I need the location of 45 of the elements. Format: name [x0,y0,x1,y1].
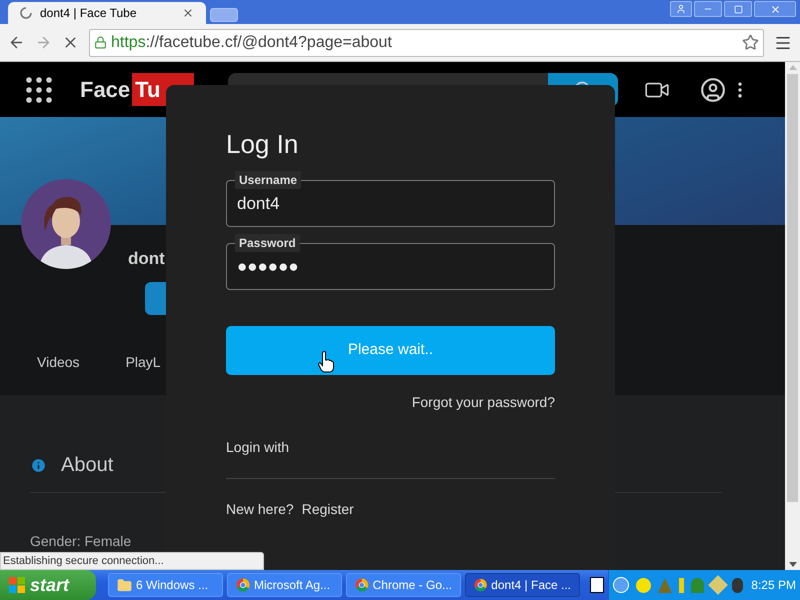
back-icon[interactable] [8,34,25,51]
login-with-text: Login with [226,437,555,479]
dialog-title: Log In [226,128,300,161]
close-window-button[interactable] [754,1,796,17]
profile-button[interactable] [670,1,692,17]
scrollbar-thumb[interactable] [787,74,798,502]
taskbar-button[interactable]: Chrome - Go... [346,573,461,597]
address-bar[interactable]: https://facetube.cf/@dont4?page=about [89,28,764,56]
profile-tab[interactable]: PlayL [126,352,161,373]
bookmark-star-icon[interactable] [742,34,759,51]
chrome-icon [236,578,250,592]
chrome-icon [474,578,488,592]
register-link[interactable]: Register [302,499,354,520]
taskbar-button[interactable]: dont4 | Face ... [465,573,580,597]
browser-tab[interactable]: dont4 | Face Tube [8,2,206,24]
apps-grid-icon[interactable] [26,76,52,102]
url-text: https://facetube.cf/@dont4?page=about [111,32,393,52]
tab-title: dont4 | Face Tube [40,5,138,22]
restore-icon [734,4,742,14]
profile-name: dont [128,248,165,270]
user-icon [676,4,686,14]
profile-tab[interactable]: Videos [37,352,80,373]
new-here-text: New here? [226,500,294,519]
windows-logo-icon [8,576,26,594]
account-icon[interactable] [700,76,726,102]
field-label: Username [235,171,302,189]
chrome-icon [355,578,369,592]
scrollbar[interactable] [785,62,800,570]
scroll-down-icon[interactable] [788,562,796,567]
taskbar-button[interactable]: Microsoft Ag... [227,573,342,597]
forgot-password-link[interactable]: Forgot your password? [412,392,555,413]
gender-text: Gender: Female [30,532,132,551]
lock-icon [94,36,107,49]
about-heading: About [61,453,114,478]
taskbar-button[interactable]: 6 Windows ... [108,573,223,597]
restore-button[interactable] [724,1,752,17]
info-icon [30,456,47,474]
close-icon [770,4,780,14]
forward-icon[interactable] [35,34,52,51]
status-bubble: Establishing secure connection... [0,552,264,570]
clock-text: 8:25 PM [751,577,796,594]
close-icon[interactable] [182,7,194,19]
field-label: Password [235,234,300,252]
folder-icon [117,578,132,592]
hand-cursor-icon [318,351,334,373]
